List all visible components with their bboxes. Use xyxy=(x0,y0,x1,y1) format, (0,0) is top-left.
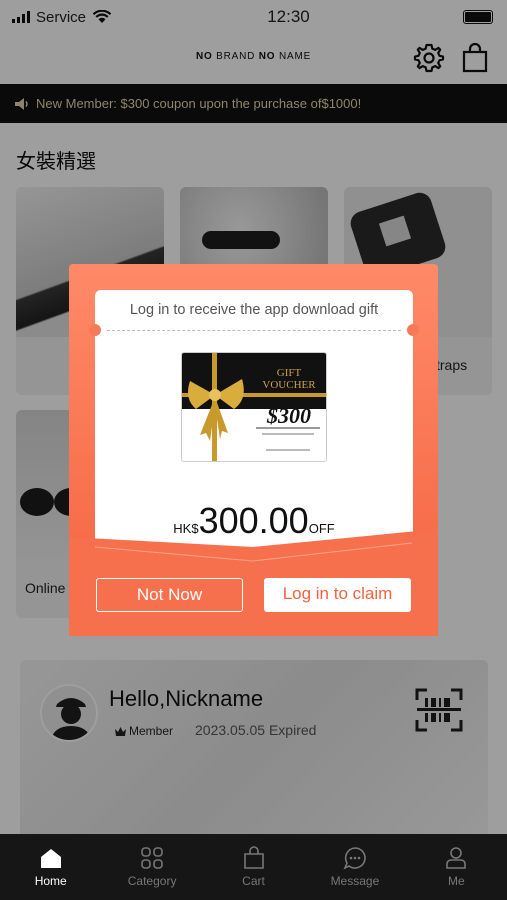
tab-bar: Home Category Cart Message Me xyxy=(0,834,507,900)
tab-label: Me xyxy=(447,874,465,888)
voucher-ticket: Log in to receive the app download gift … xyxy=(89,290,419,548)
home-icon xyxy=(40,849,61,868)
login-claim-button[interactable]: Log in to claim xyxy=(264,578,411,612)
tab-cart[interactable]: Cart xyxy=(203,834,304,900)
tab-label: Message xyxy=(330,874,380,888)
divider xyxy=(107,330,401,331)
tab-home[interactable]: Home xyxy=(0,834,101,900)
person-icon xyxy=(446,847,467,869)
bag-icon xyxy=(243,846,264,869)
grid-icon xyxy=(141,847,163,869)
tab-me[interactable]: Me xyxy=(406,834,507,900)
not-now-button[interactable]: Not Now xyxy=(96,578,243,612)
tab-label: Cart xyxy=(242,874,265,888)
modal-title: Log in to receive the app download gift xyxy=(129,302,379,318)
tab-category[interactable]: Category xyxy=(101,834,202,900)
gift-modal: Log in to receive the app download gift … xyxy=(69,264,438,636)
tab-label: Home xyxy=(34,874,67,888)
tab-message[interactable]: Message xyxy=(304,834,405,900)
chat-icon xyxy=(343,847,366,870)
ribbon-bow-icon xyxy=(182,353,326,461)
gift-voucher-image: GIFT VOUCHER $300 xyxy=(181,352,327,462)
tab-label: Category xyxy=(127,874,177,888)
